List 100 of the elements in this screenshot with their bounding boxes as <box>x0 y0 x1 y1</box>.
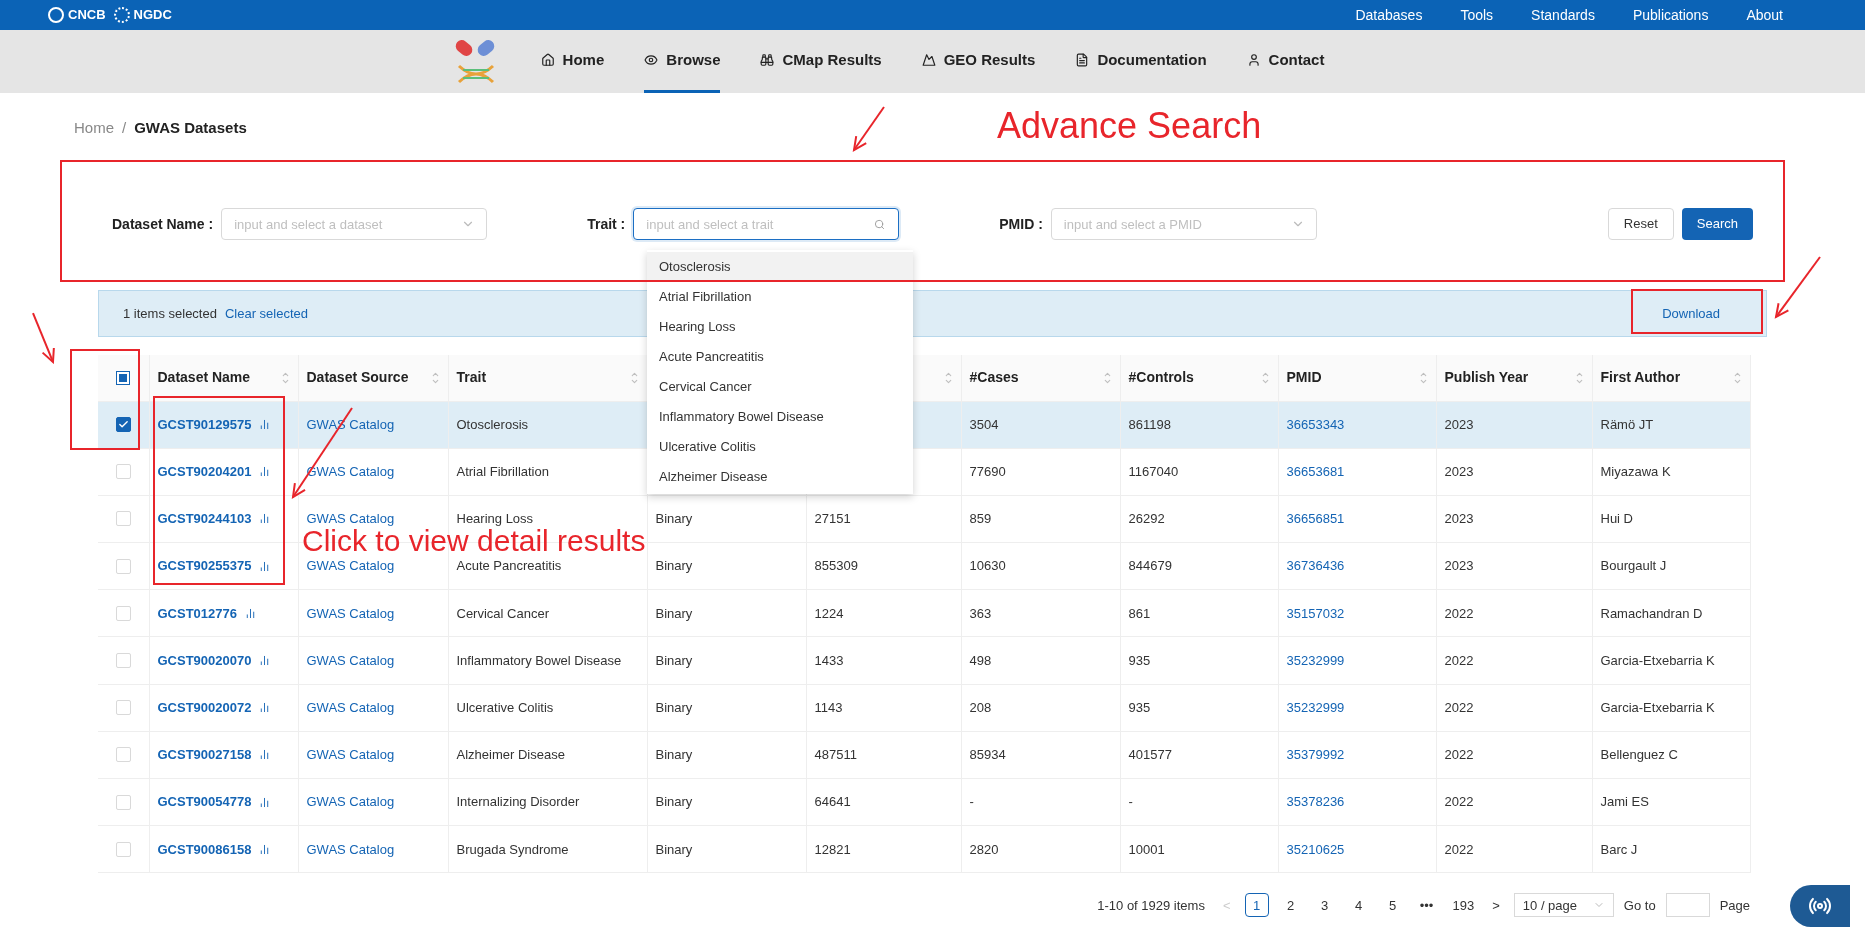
chart-icon[interactable] <box>259 560 271 572</box>
pmid-link[interactable]: 35210625 <box>1286 841 1345 857</box>
dropdown-option[interactable]: Atrial Fibrillation <box>647 282 913 312</box>
source-link[interactable]: GWAS Catalog <box>306 511 395 527</box>
nav-item[interactable]: Contact <box>1246 30 1325 93</box>
page-button[interactable]: 5 <box>1380 893 1405 918</box>
chart-icon[interactable] <box>259 796 271 808</box>
table-row[interactable]: GCST012776 GWAS Catalog Cervical Cancer Binary 1224 363 861 35157032 2022 Ramachandran D <box>98 589 1750 637</box>
table-row[interactable]: GCST90020070 GWAS Catalog Inflammatory Bowel Disease Binary 1433 498 935 35232999 2022 Garcia-Etxebarria K <box>98 636 1750 685</box>
table-row[interactable]: GCST90020072 GWAS Catalog Ulcerative Colitis Binary 1143 208 935 35232999 2022 Garcia-Etxebarria K <box>98 684 1750 732</box>
dataset-link[interactable]: GCST012776 <box>157 603 237 624</box>
table-cell: Bourgault J <box>1600 558 1667 574</box>
chart-icon[interactable] <box>259 466 271 478</box>
source-link[interactable]: GWAS Catalog <box>306 605 395 621</box>
logo[interactable]: CNCB NGDC <box>48 5 172 25</box>
chart-icon[interactable] <box>259 702 271 714</box>
page-button[interactable]: 193 <box>1448 893 1479 918</box>
table-cell: 487511 <box>814 747 857 763</box>
source-link[interactable]: GWAS Catalog <box>306 747 395 763</box>
page-size-select[interactable]: 10 / page <box>1513 893 1614 918</box>
nav-item[interactable]: Browse <box>644 30 721 93</box>
dropdown-option[interactable]: Cervical Cancer <box>647 372 913 402</box>
dataset-link[interactable]: GCST90204201 <box>157 462 252 482</box>
column-title: #Controls <box>1128 368 1194 388</box>
nav-item[interactable]: GEO Results <box>921 30 1036 93</box>
broadcast-button[interactable] <box>1790 885 1850 927</box>
top-link[interactable]: Publications <box>1632 4 1709 26</box>
dropdown-option[interactable]: Hearing Loss <box>647 312 913 342</box>
table-cell: Binary <box>655 652 693 668</box>
search-field[interactable]: input and select a trait <box>633 208 900 240</box>
dropdown-option[interactable]: Acute Pancreatitis <box>647 342 913 372</box>
select-field[interactable]: input and select a PMID <box>1050 208 1317 240</box>
table-cell: 26292 <box>1128 511 1165 527</box>
table-row[interactable]: GCST90054778 GWAS Catalog Internalizing Disorder Binary 64641 - - 35378236 2022 Jami ES <box>98 778 1750 826</box>
download-link[interactable]: Download <box>1662 303 1720 324</box>
table-row[interactable]: GCST90027158 GWAS Catalog Alzheimer Disease Binary 487511 85934 401577 35379992 2022 Bellenguez C <box>98 731 1750 779</box>
page-button[interactable]: 1 <box>1244 893 1269 918</box>
dataset-link[interactable]: GCST90255375 <box>157 556 252 576</box>
dropdown-option[interactable]: Alzheimer Disease <box>647 462 913 492</box>
select-field[interactable]: input and select a dataset <box>221 208 488 240</box>
table-cell: 498 <box>969 652 992 668</box>
table-cell: 2023 <box>1444 511 1474 527</box>
breadcrumb-link[interactable]: Home <box>74 116 114 140</box>
pmid-link[interactable]: 35232999 <box>1286 699 1345 715</box>
pmid-link[interactable]: 35378236 <box>1286 794 1345 810</box>
dropdown-option[interactable]: Inflammatory Bowel Disease <box>647 402 913 432</box>
annotation-arrow <box>1774 255 1822 319</box>
pmid-link[interactable]: 36656851 <box>1286 511 1345 527</box>
table-cell: Ulcerative Colitis <box>456 699 554 715</box>
clear-selected-link[interactable]: Clear selected <box>224 303 309 324</box>
pmid-link[interactable]: 36653681 <box>1286 464 1345 480</box>
dataset-link[interactable]: GCST90086158 <box>157 839 252 860</box>
dropdown-option[interactable]: Otosclerosis <box>647 252 913 282</box>
page-button[interactable]: ••• <box>1414 893 1439 918</box>
next-page-button[interactable]: > <box>1488 895 1504 916</box>
page-button[interactable]: 4 <box>1346 893 1371 918</box>
chart-icon[interactable] <box>245 607 256 619</box>
dataset-link[interactable]: GCST90054778 <box>157 792 252 812</box>
top-link[interactable]: About <box>1746 4 1783 26</box>
table-cell: Jami ES <box>1600 794 1649 810</box>
pmid-link[interactable]: 35232999 <box>1286 652 1345 668</box>
top-link[interactable]: Standards <box>1531 4 1595 26</box>
source-link[interactable]: GWAS Catalog <box>306 699 395 715</box>
chart-icon[interactable] <box>259 419 271 431</box>
table-cell: Alzheimer Disease <box>456 747 565 763</box>
dataset-link[interactable]: GCST90027158 <box>157 745 252 765</box>
reset-button[interactable]: Reset <box>1607 208 1674 240</box>
chart-icon[interactable] <box>259 843 271 855</box>
pmid-link[interactable]: 36653343 <box>1286 416 1345 432</box>
nav-item[interactable]: CMap Results <box>760 30 882 93</box>
pmid-link[interactable]: 35379992 <box>1286 747 1345 763</box>
pmid-link[interactable]: 35157032 <box>1286 605 1345 621</box>
table-row[interactable]: GCST90086158 GWAS Catalog Brugada Syndrome Binary 12821 2820 10001 35210625 2022 Barc J <box>98 825 1750 873</box>
table-cell: Hearing Loss <box>456 511 534 527</box>
source-link[interactable]: GWAS Catalog <box>306 558 395 574</box>
source-link[interactable]: GWAS Catalog <box>306 794 395 810</box>
top-link[interactable]: Databases <box>1355 4 1423 26</box>
chart-icon[interactable] <box>259 749 271 761</box>
pmid-link[interactable]: 36736436 <box>1286 558 1345 574</box>
chart-icon[interactable] <box>259 655 271 667</box>
search-button[interactable]: Search <box>1681 208 1753 240</box>
table-cell: Miyazawa K <box>1600 464 1671 480</box>
table-cell: Rämö JT <box>1600 416 1654 432</box>
dataset-link[interactable]: GCST90244103 <box>157 509 252 529</box>
top-link[interactable]: Tools <box>1460 4 1494 26</box>
page-button[interactable]: 3 <box>1312 893 1337 918</box>
source-link[interactable]: GWAS Catalog <box>306 652 395 668</box>
page-button[interactable]: 2 <box>1278 893 1303 918</box>
source-link[interactable]: GWAS Catalog <box>306 841 395 857</box>
column-title: PMID <box>1286 368 1322 388</box>
dataset-link[interactable]: GCST90020072 <box>157 697 252 718</box>
row-checkbox[interactable] <box>115 417 131 433</box>
page-input[interactable] <box>1665 893 1710 918</box>
chart-icon[interactable] <box>259 513 271 525</box>
dataset-link[interactable]: GCST90020070 <box>157 650 252 671</box>
header-checkbox[interactable] <box>116 370 131 385</box>
table-cell: 363 <box>969 605 992 621</box>
nav-item[interactable]: Home <box>540 30 605 93</box>
dataset-link[interactable]: GCST90129575 <box>157 414 252 435</box>
nav-item[interactable]: Documentation <box>1075 30 1207 93</box>
